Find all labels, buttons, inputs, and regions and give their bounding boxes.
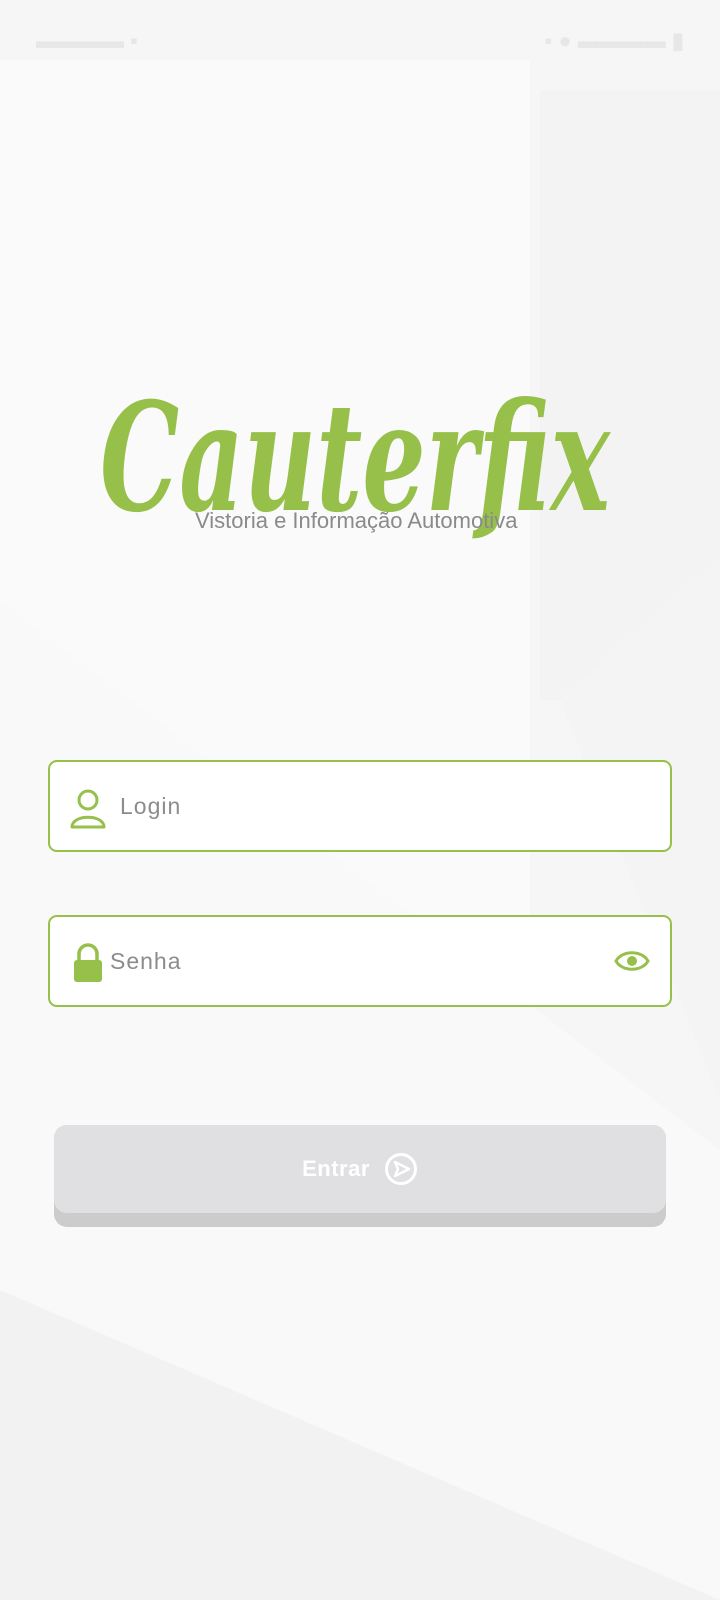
brand-logo: Cauterfix Vistoria e Informação Automoti… xyxy=(100,370,620,570)
enter-button[interactable]: Entrar xyxy=(54,1125,666,1227)
login-input[interactable]: Login xyxy=(120,762,181,850)
password-input[interactable]: Senha xyxy=(110,917,182,1005)
status-bar-left: ▬▬▬▬ ▪ xyxy=(36,28,138,53)
send-circle-icon xyxy=(384,1153,417,1185)
status-bar-right: ▪ ● ▬▬▬▬ ▮ xyxy=(544,28,684,53)
enter-button-label: Entrar xyxy=(302,1156,370,1181)
lock-icon xyxy=(74,943,102,982)
logo-tagline: Vistoria e Informação Automotiva xyxy=(195,508,518,533)
user-icon xyxy=(70,789,106,829)
eye-icon[interactable] xyxy=(614,945,650,977)
password-field[interactable]: Senha xyxy=(48,915,672,1007)
login-field[interactable]: Login xyxy=(48,760,672,852)
enter-button-face[interactable]: Entrar xyxy=(54,1125,666,1213)
status-bar: ▬▬▬▬ ▪ ▪ ● ▬▬▬▬ ▮ xyxy=(0,0,720,84)
